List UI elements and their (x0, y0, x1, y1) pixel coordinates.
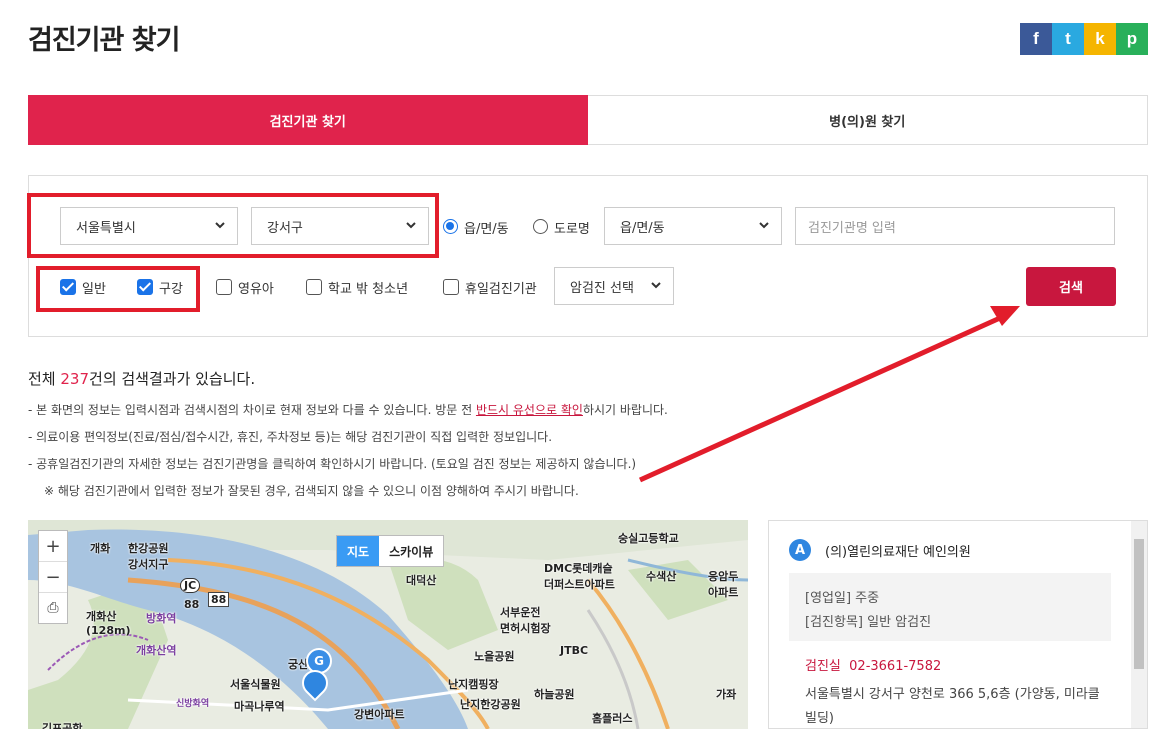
highlight-checkboxes (36, 266, 200, 312)
map-type-switch: 지도 스카이뷰 (336, 535, 445, 567)
result-suffix: 건의 검색결과가 있습니다. (89, 370, 256, 388)
map-label: 88 (184, 598, 200, 611)
page-title: 검진기관 찾기 (28, 25, 180, 56)
check-holiday-label: 휴일검진기관 (465, 282, 537, 297)
address-line-2: 빌딩) (805, 711, 834, 726)
map-type-skyview[interactable]: 스카이뷰 (379, 536, 443, 566)
twitter-icon[interactable]: t (1052, 23, 1084, 55)
room-label: 검진실 (805, 659, 841, 674)
addr-type-road-label: 도로명 (554, 222, 590, 237)
share-bar: f t k p (1020, 23, 1148, 55)
map-label: 신방화역 (176, 699, 210, 709)
name-input[interactable]: 검진기관명 입력 (795, 207, 1115, 245)
map-label: 김포공항 (42, 722, 83, 729)
map-label: 강변아파트 (354, 708, 405, 721)
map-label: JTBC (560, 644, 589, 657)
facebook-icon[interactable]: f (1020, 23, 1052, 55)
check-infant[interactable] (216, 279, 232, 295)
check-youth-label: 학교 밖 청소년 (328, 282, 409, 297)
map-label: 서부운전 면허시험장 (500, 606, 551, 635)
open-days: [영업일] 주중 (805, 587, 879, 606)
map-label: 노을공원 (474, 650, 515, 663)
tab-hospital[interactable]: 병(의)원 찾기 (587, 95, 1148, 145)
search-box: 서울특별시 강서구 읍/면/동 도로명 읍/면/동 검진기관명 입력 일반 구강… (27, 175, 1148, 337)
map-label: 난지캠핑장 (448, 678, 499, 691)
map-label: 88 (208, 592, 230, 607)
check-infant-label: 영유아 (238, 282, 274, 297)
notice-1-end: 하시기 바랍니다. (582, 403, 668, 417)
map-label: 방화역 (146, 612, 177, 625)
checkup-items-value: 일반 암검진 (867, 615, 932, 630)
town-select-value: 읍/면/동 (620, 220, 665, 236)
result-list: A (의)열린의료재단 예인의원 [영업일] 주중 [검진항목] 일반 암검진 … (768, 520, 1148, 729)
map-label: 숭실고등학교 (618, 532, 679, 545)
room-phone: 검진실 02-3661-7582 (805, 655, 941, 674)
check-holiday[interactable] (443, 279, 459, 295)
cancer-select-value: 암검진 선택 (570, 280, 634, 296)
map-label: 난지한강공원 (460, 698, 521, 711)
map-label: 서울식물원 (230, 678, 281, 691)
map-label: 한강공원 강서지구 (128, 542, 169, 571)
map-label: 대덕산 (406, 574, 437, 587)
notice-1-emphasis: 반드시 유선으로 확인 (475, 403, 583, 417)
name-input-placeholder: 검진기관명 입력 (808, 220, 896, 236)
map-print-button[interactable]: ⎙ (39, 593, 67, 623)
phone-number[interactable]: 02-3661-7582 (849, 659, 941, 674)
kakaostory-icon[interactable]: k (1084, 23, 1116, 55)
notice-4: ※ 해당 검진기관에서 입력한 정보가 잘못된 경우, 검색되지 않을 수 있으… (44, 484, 579, 498)
town-select[interactable]: 읍/면/동 (604, 207, 782, 245)
notice-3: - 공휴일검진기관의 자세한 정보는 검진기관명을 클릭하여 확인하시기 바랍니… (28, 457, 637, 471)
search-button[interactable]: 검색 (1026, 267, 1116, 306)
center-name-link[interactable]: (의)열린의료재단 예인의원 (825, 541, 971, 560)
zoom-control: + − ⎙ (38, 530, 68, 624)
search-tabs: 검진기관 찾기 병(의)원 찾기 (28, 95, 1148, 145)
addr-type-radio-road[interactable] (533, 219, 548, 234)
check-youth[interactable] (306, 279, 322, 295)
addr-type-town-label: 읍/면/동 (464, 222, 509, 237)
notice-2: - 의료이용 편익정보(진료/점심/접수시간, 휴진, 주차정보 등)는 해당 … (28, 430, 553, 444)
map-label: 개화산 (128m) (86, 610, 131, 637)
map-label: 가좌 (716, 688, 737, 701)
map-label: DMC롯데캐슬 더퍼스트아파트 (544, 562, 615, 591)
cancer-select[interactable]: 암검진 선택 (554, 267, 674, 305)
notice-1-text: - 본 화면의 정보는 입력시점과 검색시점의 차이로 현재 정보와 다를 수 … (28, 403, 476, 417)
open-days-value: 주중 (855, 591, 880, 606)
checkup-items: [검진항목] 일반 암검진 (805, 611, 931, 630)
map-label: 하늘공원 (534, 688, 575, 701)
result-summary: 전체 237건의 검색결과가 있습니다. (28, 368, 255, 389)
list-scrollbar[interactable] (1131, 521, 1147, 728)
result-prefix: 전체 (28, 370, 61, 388)
address: 서울특별시 강서구 양천로 366 5,6층 (가양동, 미라클 (805, 687, 1100, 702)
checkup-items-label: [검진항목] (805, 615, 863, 630)
print-icon[interactable]: p (1116, 23, 1148, 55)
chevron-down-icon (759, 222, 769, 229)
tab-checkup-center[interactable]: 검진기관 찾기 (28, 95, 588, 145)
zoom-out-button[interactable]: − (39, 562, 67, 593)
marker-a-icon: A (789, 539, 811, 561)
info-box: [영업일] 주중 [검진항목] 일반 암검진 (789, 573, 1111, 641)
map-label: 개화산역 (136, 644, 177, 657)
map-label: 마곡나루역 (234, 700, 285, 713)
map-label: JC (180, 578, 201, 593)
map-label: 수색산 (646, 570, 677, 583)
chevron-down-icon (651, 282, 661, 289)
map-type-map[interactable]: 지도 (337, 536, 380, 566)
addr-type-radio-town[interactable] (443, 219, 458, 234)
result-count: 237 (60, 370, 90, 388)
map-label: 홈플러스 (592, 712, 633, 725)
map-label: 응암두 아파트 (708, 570, 739, 599)
highlight-region-select (27, 193, 439, 258)
open-days-label: [영업일] (805, 591, 852, 606)
zoom-in-button[interactable]: + (39, 531, 67, 562)
map-view[interactable]: + − ⎙ 지도 스카이뷰 개화 한강공원 강서지구 JC 88 88 개화산 … (28, 520, 748, 729)
scroll-thumb[interactable] (1134, 539, 1144, 669)
map-label: 개화 (90, 542, 111, 555)
notice-1: - 본 화면의 정보는 입력시점과 검색시점의 차이로 현재 정보와 다를 수 … (28, 401, 668, 418)
